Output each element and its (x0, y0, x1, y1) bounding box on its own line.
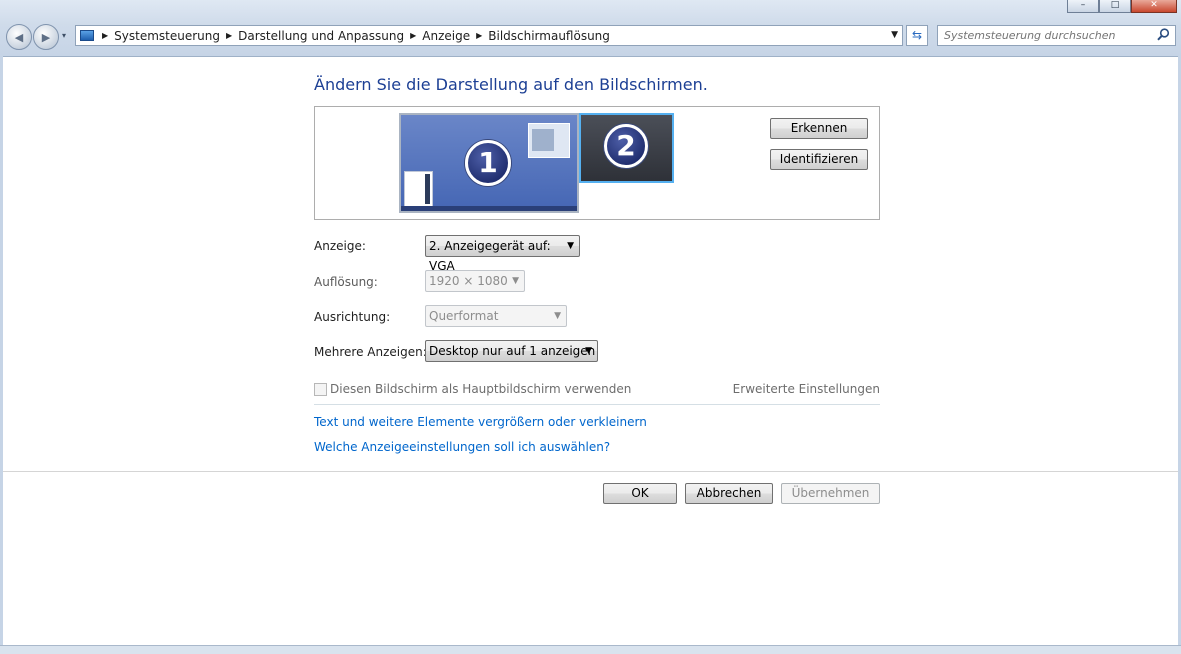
monitor-2-thumbnail[interactable]: 2 (579, 113, 674, 183)
orientation-select-value: Querformat (429, 309, 499, 323)
window-border-left (0, 56, 3, 653)
breadcrumb-item-systemsteuerung[interactable]: Systemsteuerung (114, 29, 220, 43)
taskbar-graphic (401, 206, 577, 211)
breadcrumb-item-bildschirmaufloesung[interactable]: Bildschirmauflösung (488, 29, 610, 43)
search-box[interactable] (937, 25, 1176, 46)
main-display-checkbox-label[interactable]: Diesen Bildschirm als Hauptbildschirm ve… (330, 382, 631, 396)
help-link[interactable]: Welche Anzeigeeinstellungen soll ich aus… (314, 440, 610, 454)
back-button[interactable]: ◀ (6, 24, 32, 50)
search-icon[interactable] (1157, 28, 1170, 44)
back-arrow-icon: ◀ (14, 30, 24, 44)
monitor-number-badge: 2 (604, 124, 648, 168)
display-select-value: 2. Anzeigegerät auf: VGA (429, 239, 551, 273)
identify-button[interactable]: Identifizieren (770, 149, 868, 170)
minimize-button[interactable]: – (1067, 0, 1099, 13)
page-title: Ändern Sie die Darstellung auf den Bilds… (314, 75, 708, 94)
breadcrumb-item-darstellung[interactable]: Darstellung und Anpassung (238, 29, 404, 43)
maximize-button[interactable]: □ (1099, 0, 1131, 13)
breadcrumb-item-anzeige[interactable]: Anzeige (422, 29, 470, 43)
cancel-button[interactable]: Abbrechen (685, 483, 773, 504)
control-panel-icon (80, 30, 94, 41)
breadcrumb-separator-icon[interactable]: ▶ (410, 31, 416, 40)
breadcrumb-separator-icon[interactable]: ▶ (476, 31, 482, 40)
display-label: Anzeige: (314, 239, 366, 253)
orientation-label: Ausrichtung: (314, 310, 391, 324)
close-button[interactable]: ✕ (1131, 0, 1177, 13)
monitor-number-badge: 1 (465, 140, 511, 186)
advanced-settings-link[interactable]: Erweiterte Einstellungen (733, 382, 880, 396)
resolution-select-value: 1920 × 1080 (429, 274, 508, 288)
breadcrumb-separator-icon[interactable]: ▶ (102, 31, 108, 40)
apply-button[interactable]: Übernehmen (781, 483, 880, 504)
detect-button[interactable]: Erkennen (770, 118, 868, 139)
text-size-link[interactable]: Text und weitere Elemente vergrößern ode… (314, 415, 647, 429)
search-input[interactable] (944, 27, 1144, 44)
divider (314, 404, 880, 405)
display-select[interactable]: 2. Anzeigegerät auf: VGA ▼ (425, 235, 580, 273)
multiple-displays-select-value: Desktop nur auf 1 anzeigen (429, 344, 596, 358)
window-caption-buttons: – □ ✕ (1067, 0, 1177, 13)
recent-pages-dropdown[interactable]: ▾ (62, 31, 66, 40)
multiple-displays-label: Mehrere Anzeigen: (314, 345, 427, 359)
multiple-displays-select[interactable]: Desktop nur auf 1 anzeigen ▼ (425, 340, 598, 362)
chevron-down-icon[interactable]: ▼ (891, 30, 898, 40)
main-display-checkbox[interactable] (314, 383, 327, 396)
chevron-down-icon: ▼ (512, 276, 519, 286)
refresh-icon: ⇆ (911, 28, 923, 42)
resolution-select[interactable]: 1920 × 1080 ▼ (425, 270, 525, 292)
chevron-down-icon: ▼ (567, 241, 574, 251)
breadcrumb-separator-icon[interactable]: ▶ (226, 31, 232, 40)
monitor-1-thumbnail[interactable]: 1 (399, 113, 579, 213)
refresh-button[interactable]: ⇆ (906, 25, 928, 46)
forward-button[interactable]: ▶ (33, 24, 59, 50)
chevron-down-icon: ▼ (585, 346, 592, 356)
resolution-label: Auflösung: (314, 275, 378, 289)
address-bar[interactable]: ▶ Systemsteuerung ▶ Darstellung und Anpa… (75, 25, 903, 46)
footer-divider (3, 471, 1178, 472)
forward-arrow-icon: ▶ (41, 30, 51, 44)
orientation-select[interactable]: Querformat ▼ (425, 305, 567, 327)
chevron-down-icon: ▼ (554, 311, 561, 321)
window-preview-graphic (404, 171, 433, 209)
ok-button[interactable]: OK (603, 483, 677, 504)
window-preview-graphic (528, 123, 570, 158)
